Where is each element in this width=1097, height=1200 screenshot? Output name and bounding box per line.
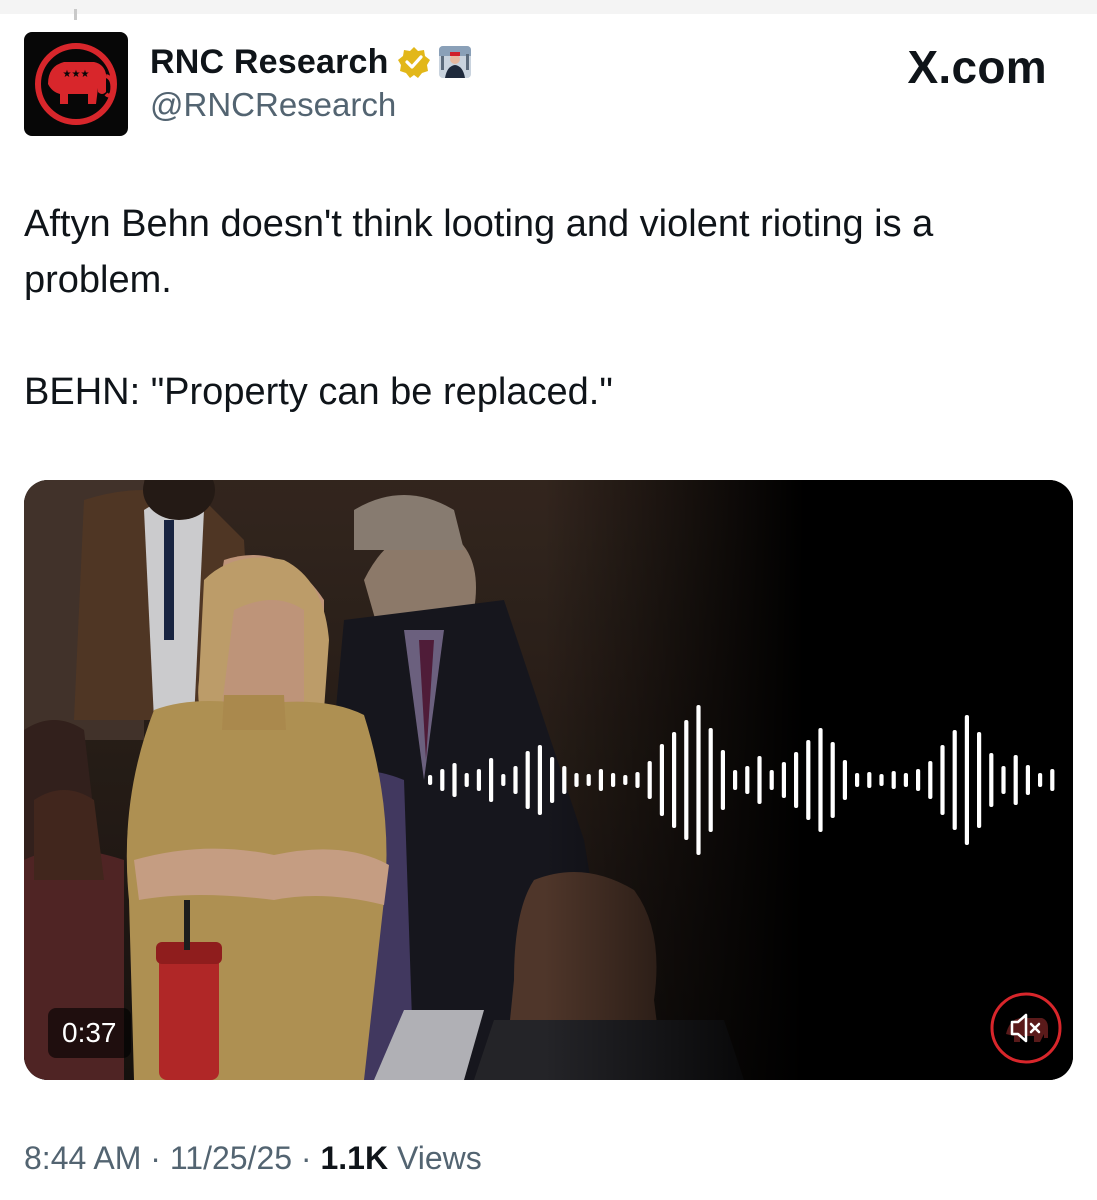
waveform-bar [781,762,786,798]
waveform-bar [537,745,542,815]
waveform-bar [550,757,555,803]
waveform-bar [464,773,469,787]
waveform-bar [525,751,530,809]
waveform-bar [428,775,433,785]
author-handle[interactable]: @RNCResearch [150,86,396,124]
waveform-bar [659,744,664,816]
waveform-bar [989,753,994,807]
waveform-bar [733,770,738,790]
waveform-bar [928,761,933,799]
waveform-bar [818,728,823,832]
waveform-bar [672,732,677,828]
waveform-bar [513,766,518,794]
waveform-bar [794,752,799,808]
tweet-text-line-1: Aftyn Behn doesn't think looting and vio… [24,203,934,301]
waveform-bar [684,720,689,840]
waveform-bar [598,769,603,791]
waveform-bar [489,758,494,802]
waveform-bar [1025,765,1030,795]
waveform-bar [964,715,969,845]
waveform-bar [708,728,713,832]
waveform-bar [977,732,982,828]
waveform-bar [574,773,579,787]
waveform-bar [611,773,616,787]
video-thumbnail [24,480,1073,1080]
author-name-row: RNC Research [150,40,471,84]
waveform-bar [940,745,945,815]
waveform-bar [562,766,567,794]
views-count[interactable]: 1.1K [320,1140,388,1176]
waveform-bar [696,705,701,855]
waveform-bar [879,774,884,786]
author-display-name[interactable]: RNC Research [150,43,389,82]
waveform-bar [916,769,921,791]
waveform-bar [757,756,762,804]
waveform-bar [452,763,457,797]
tweet-text-line-2: BEHN: "Property can be replaced." [24,371,613,413]
waveform-bar [842,760,847,800]
avatar[interactable]: ★★★ [24,32,128,136]
waveform-bar [635,772,640,788]
waveform-bar [769,770,774,790]
waveform-bar [806,740,811,820]
verified-badge-icon [397,45,431,79]
post-header: ★★★ RNC Research @RNCResearch X.com [0,0,1097,150]
waveform-bar [720,750,725,810]
meta-separator: · [150,1140,161,1176]
video-duration: 0:37 [48,1008,131,1058]
waveform-bar [476,769,481,791]
waveform-bar [586,774,591,786]
waveform-bar [1013,755,1018,805]
waveform-bar [623,775,628,785]
waveform-bar [501,774,506,786]
waveform-bar [440,769,445,791]
meta-separator: · [300,1140,312,1176]
waveform-bar [855,773,860,787]
waveform-bar [952,730,957,830]
post-date[interactable]: 11/25/25 [170,1140,292,1176]
waveform-bar [891,771,896,789]
waveform-bar [1050,769,1055,791]
svg-text:★★★: ★★★ [63,69,90,80]
waveform-bar [745,766,750,794]
tweet-text: Aftyn Behn doesn't think looting and vio… [24,196,1064,420]
republican-elephant-logo-icon: ★★★ [35,43,117,125]
waveform-bar [1038,773,1043,787]
site-label: X.com [907,41,1047,93]
post-meta: 8:44 AM · 11/25/25 · 1.1K Views [24,1140,482,1177]
waveform-bar [867,772,872,788]
waveform-bar [647,761,652,799]
mute-button[interactable] [988,990,1064,1066]
waveform-bar [1001,766,1006,794]
waveform-bar [903,773,908,787]
video-player[interactable]: 0:37 [24,480,1073,1080]
waveform-bar [830,742,835,818]
views-label: Views [396,1140,482,1176]
post-time[interactable]: 8:44 AM [24,1140,141,1176]
affiliate-badge-icon[interactable] [438,46,471,78]
